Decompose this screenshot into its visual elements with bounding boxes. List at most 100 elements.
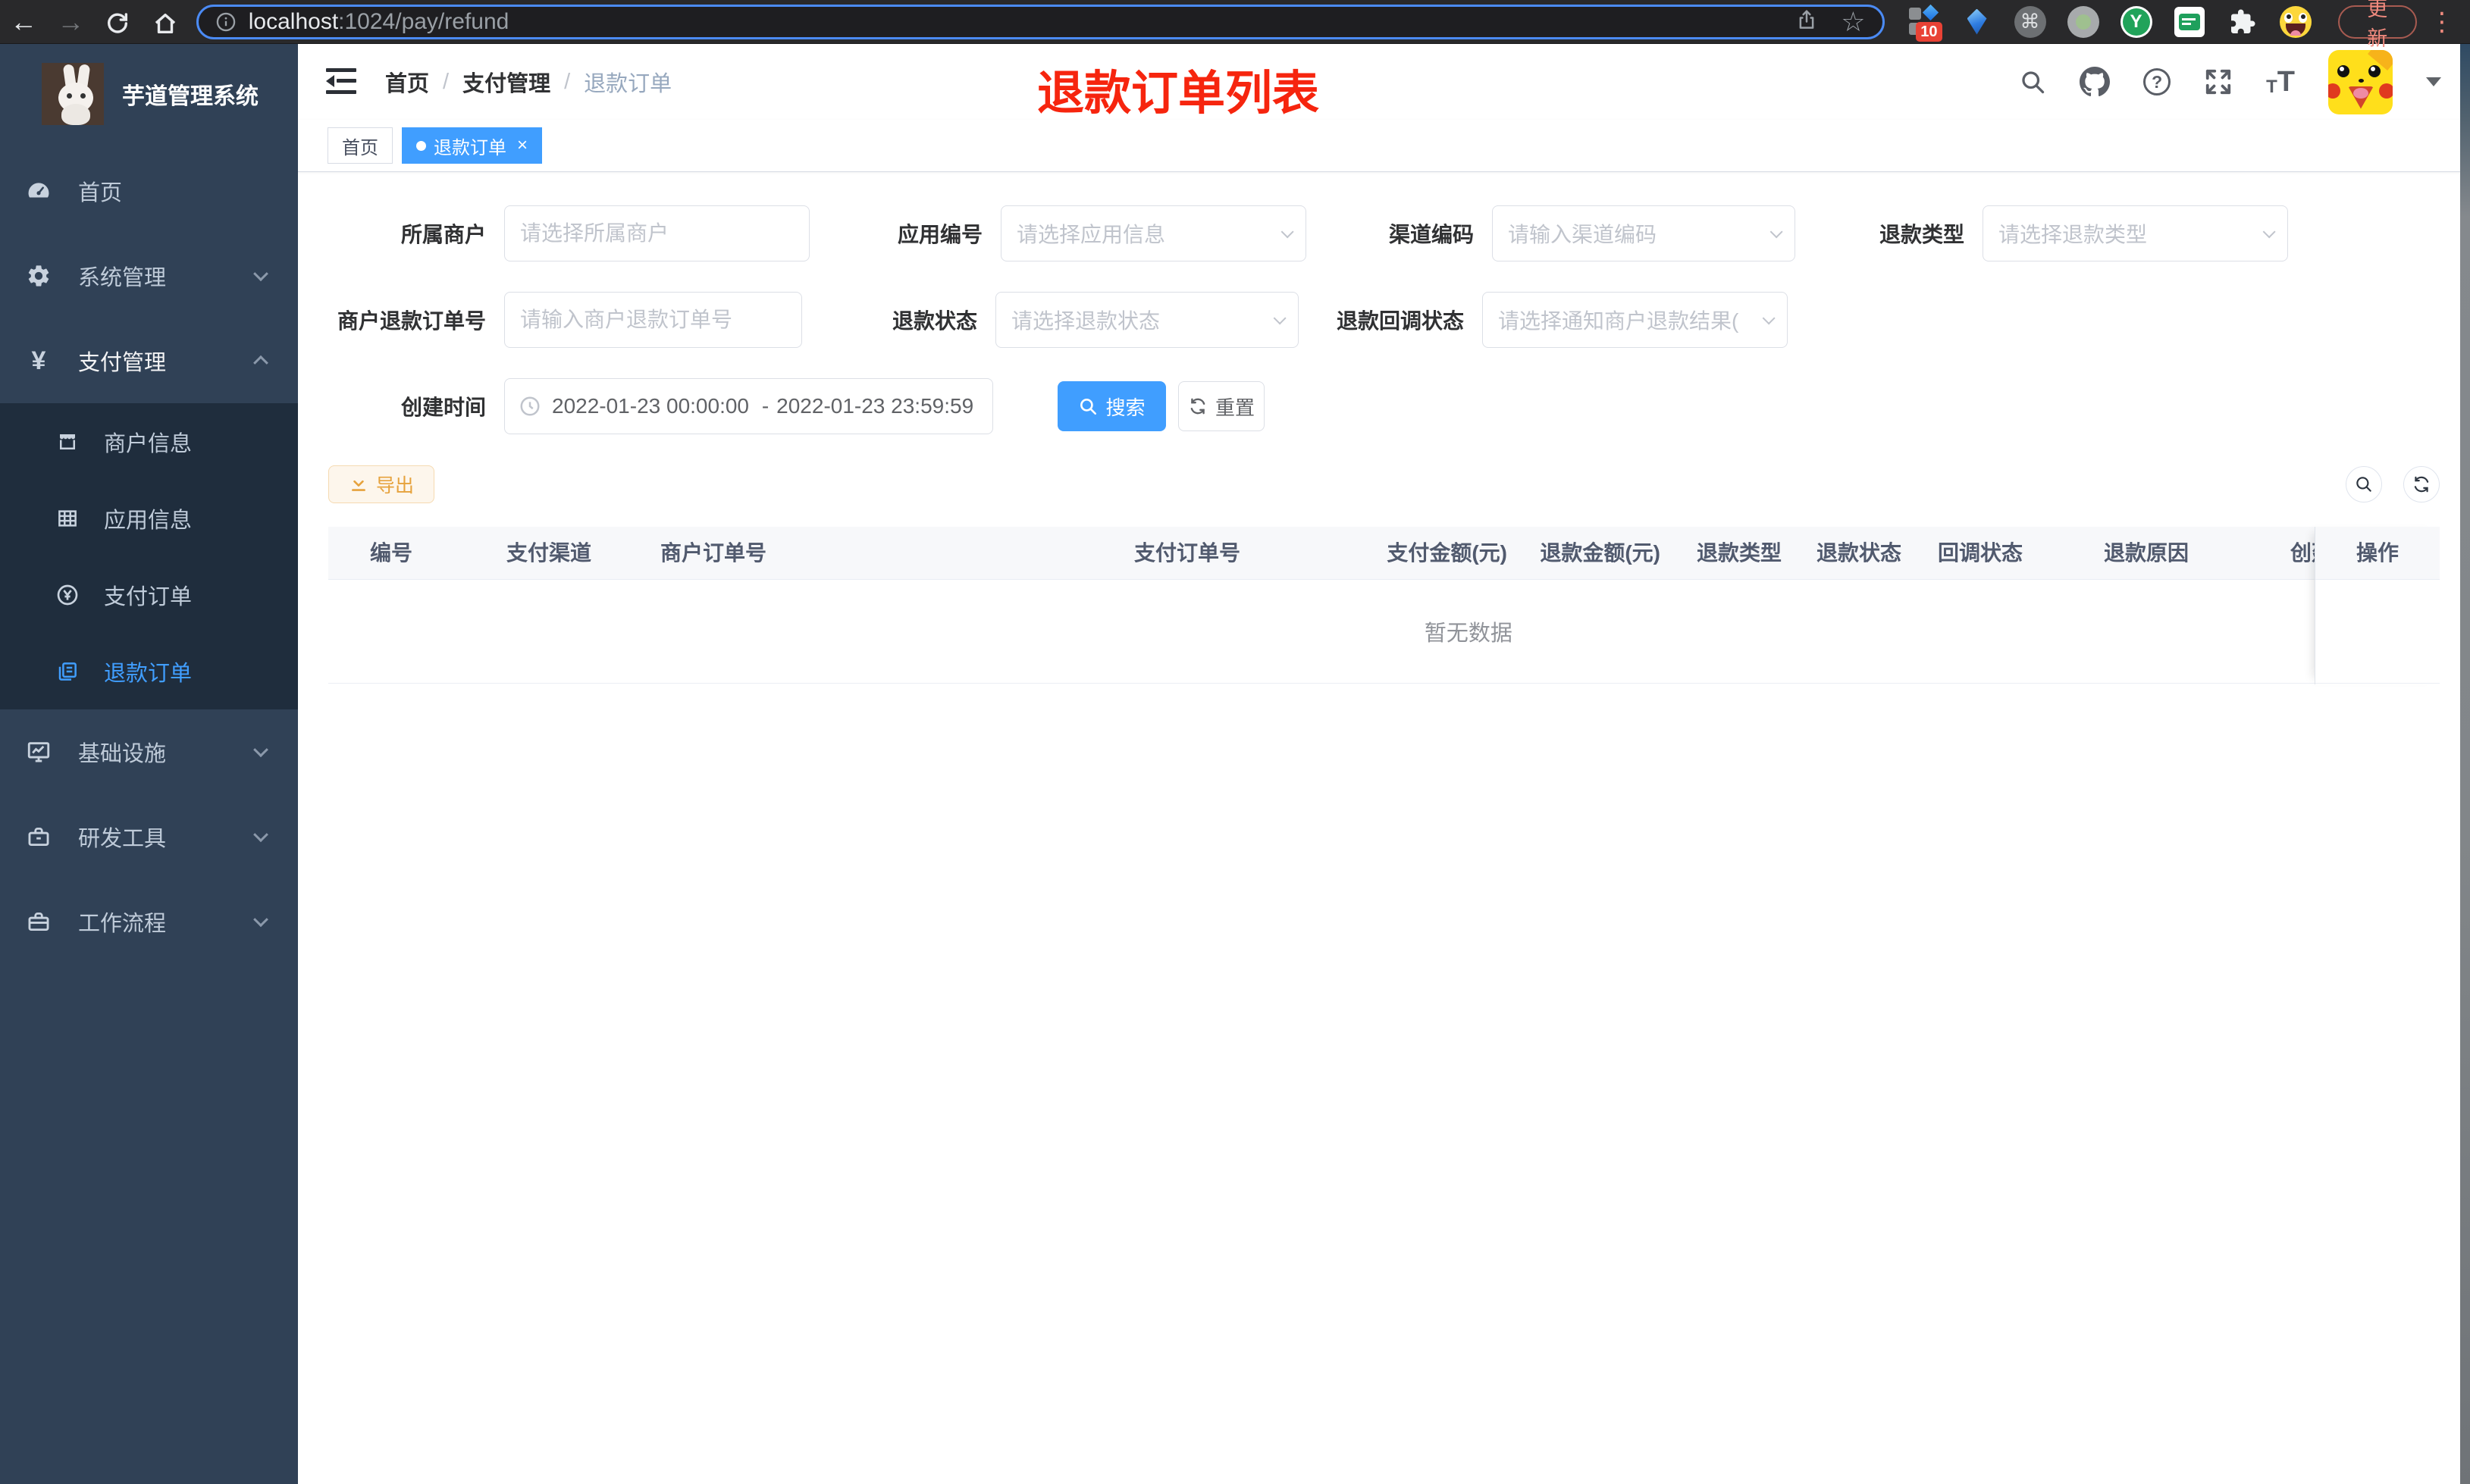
refund-type-select[interactable]: 请选择退款类型 (1983, 205, 2288, 261)
toolbox-icon (25, 824, 52, 850)
sidebar-item-label: 退款订单 (104, 661, 193, 686)
share-icon[interactable] (1795, 8, 1818, 35)
yen-circle-icon (55, 583, 80, 607)
browser-back-icon[interactable]: ← (0, 0, 47, 44)
chevron-down-icon (1280, 225, 1294, 239)
help-icon[interactable]: ? (2143, 68, 2171, 95)
table-toolbar: 导出 (328, 465, 2440, 504)
search-button-label: 搜索 (1105, 396, 1146, 419)
sidebar-fold-icon[interactable] (326, 67, 356, 95)
avatar[interactable] (2328, 49, 2393, 114)
sidebar-item-system[interactable]: 系统管理 (0, 233, 298, 318)
sidebar-item-app-info[interactable]: 应用信息 (0, 480, 298, 556)
search-icon[interactable] (2019, 68, 2046, 95)
address-bar[interactable]: localhost:1024/pay/refund ☆ (196, 4, 1885, 39)
sidebar-item-refund-order[interactable]: 退款订单 (0, 633, 298, 709)
filter-channel: 渠道编码 请输入渠道编码 (1306, 205, 1795, 261)
url-host: localhost (248, 8, 339, 34)
breadcrumb-home[interactable]: 首页 (385, 66, 429, 98)
browser-menu-icon[interactable]: ⋮ (2429, 7, 2455, 37)
browser-forward-icon[interactable]: → (47, 0, 94, 44)
github-icon[interactable] (2080, 67, 2111, 97)
sidebar-item-infra[interactable]: 基础设施 (0, 709, 298, 794)
tab-active-dot (416, 140, 426, 151)
merchant-input[interactable] (504, 205, 810, 261)
breadcrumb-current: 退款订单 (584, 72, 672, 96)
reset-button[interactable]: 重置 (1178, 381, 1265, 431)
col-pay-order-no: 支付订单号 (1134, 541, 1241, 565)
breadcrumb-pay[interactable]: 支付管理 (462, 66, 550, 98)
profile-emoji-icon[interactable] (2279, 5, 2312, 39)
callback-status-select[interactable]: 请选择通知商户退款结果( (1482, 292, 1788, 348)
fixed-column-body (2315, 580, 2440, 684)
extension-command-icon[interactable]: ⌘ (2014, 5, 2047, 39)
date-end-value[interactable]: 2022-01-23 23:59:59 (776, 394, 979, 418)
extension-chat-icon[interactable] (2173, 5, 2206, 39)
window-scrollbar[interactable] (2460, 44, 2470, 1484)
extension-y-icon[interactable]: Y (2120, 5, 2153, 39)
filter-row-2: 商户退款订单号 退款状态 请选择退款状态 退款回调状态 请选择通知商户退款结果( (328, 292, 2440, 348)
navbar: 首页 / 支付管理 / 退款订单 退款订单列表 ? T T (298, 44, 2470, 120)
col-id: 编号 (370, 541, 413, 565)
filter-callback-status: 退款回调状态 请选择通知商户退款结果( (1299, 292, 1788, 348)
sidebar-item-merchant-info[interactable]: 商户信息 (0, 403, 298, 480)
site-info-icon[interactable] (215, 11, 237, 33)
filter-label: 应用编号 (897, 223, 983, 246)
extensions-row: 10 ⌘ Y (1907, 4, 2312, 42)
tab-refund-order[interactable]: 退款订单 × (402, 127, 543, 164)
merchant-refund-no-input[interactable] (504, 292, 802, 348)
sidebar-item-pay-order[interactable]: 支付订单 (0, 556, 298, 633)
sidebar-item-home[interactable]: 首页 (0, 149, 298, 233)
screen: ← → localhost:1024/pay/refund ☆ 10 ⌘ Y 更… (0, 0, 2470, 1484)
font-size-icon[interactable]: TT (2266, 67, 2295, 96)
browser-home-icon[interactable] (142, 0, 189, 44)
reset-button-label: 重置 (1215, 396, 1255, 419)
chevron-down-icon (253, 266, 268, 282)
table-tools (2346, 466, 2440, 502)
col-refund-type: 退款类型 (1697, 541, 1782, 565)
breadcrumb: 首页 / 支付管理 / 退款订单 (385, 44, 672, 120)
filter-label: 创建时间 (400, 396, 486, 419)
filter-label: 退款类型 (1879, 223, 1964, 246)
sidebar-item-workflow[interactable]: 工作流程 (0, 879, 298, 964)
sidebar-item-label: 应用信息 (104, 508, 193, 533)
sidebar-item-pay[interactable]: ¥ 支付管理 (0, 318, 298, 403)
app-select[interactable]: 请选择应用信息 (1001, 205, 1306, 261)
date-range-picker[interactable]: 2022-01-23 00:00:00 - 2022-01-23 23:59:5… (504, 378, 993, 434)
search-button[interactable]: 搜索 (1058, 381, 1166, 431)
tab-close-icon[interactable]: × (517, 136, 528, 155)
extensions-puzzle-icon[interactable] (2226, 5, 2259, 39)
filter-label: 退款状态 (892, 309, 977, 333)
filter-label: 商户退款订单号 (337, 309, 486, 333)
refresh-icon[interactable] (2403, 466, 2440, 502)
channel-select[interactable]: 请输入渠道编码 (1492, 205, 1795, 261)
tab-home[interactable]: 首页 (328, 127, 393, 164)
empty-text: 暂无数据 (1424, 621, 1512, 646)
sidebar-logo-row[interactable]: 芋道管理系统 (0, 44, 298, 127)
url-text[interactable]: localhost:1024/pay/refund (249, 9, 509, 35)
bookmark-star-icon[interactable]: ☆ (1841, 8, 1865, 36)
sidebar-item-label: 支付订单 (104, 584, 193, 609)
filter-refund-status: 退款状态 请选择退款状态 (802, 292, 1299, 348)
chevron-down-icon (253, 742, 268, 758)
show-search-icon[interactable] (2346, 466, 2382, 502)
sidebar-item-label: 首页 (78, 181, 123, 205)
export-button[interactable]: 导出 (328, 465, 435, 503)
browser-reload-icon[interactable] (94, 0, 141, 44)
extension-badge-count: 10 (1916, 21, 1942, 42)
date-separator: - (761, 394, 770, 418)
browser-toolbar: ← → localhost:1024/pay/refund ☆ 10 ⌘ Y 更… (0, 0, 2470, 50)
browser-update-button[interactable]: 更新 (2337, 0, 2417, 50)
url-path: :1024/pay/refund (338, 8, 509, 34)
fullscreen-icon[interactable] (2204, 67, 2233, 96)
avatar-caret-icon[interactable] (2426, 77, 2441, 86)
extension-badge-icon[interactable]: 10 (1907, 4, 1942, 42)
extension-kite-icon[interactable] (1961, 5, 1994, 39)
sidebar-item-devtools[interactable]: 研发工具 (0, 794, 298, 879)
filter-row-1: 所属商户 应用编号 请选择应用信息 渠道编码 请输入渠道编码 (328, 205, 2440, 261)
date-start-value[interactable]: 2022-01-23 00:00:00 (552, 394, 754, 418)
col-refund-reason: 退款原因 (2104, 541, 2189, 565)
refund-status-select[interactable]: 请选择退款状态 (995, 292, 1299, 348)
extension-record-icon[interactable] (2067, 5, 2100, 39)
select-placeholder: 请选择通知商户退款结果( (1498, 309, 1739, 333)
